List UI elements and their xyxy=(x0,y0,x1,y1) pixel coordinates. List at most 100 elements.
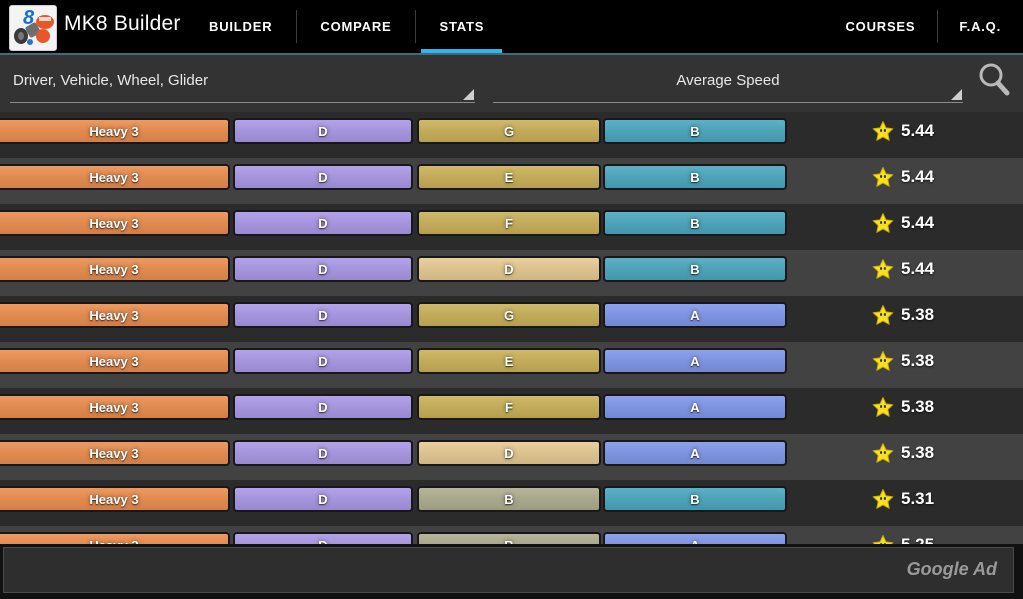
tab-courses-label: COURSES xyxy=(845,19,916,34)
cell-vehicle[interactable]: D xyxy=(233,440,413,466)
app-header: 8 MK8 Builder BUILDER COMPARE STATS COUR… xyxy=(0,0,1023,55)
cell-driver[interactable]: Heavy 3 xyxy=(0,486,230,512)
tab-faq[interactable]: F.A.Q. xyxy=(937,0,1023,53)
cell-wheel[interactable]: D xyxy=(417,440,601,466)
tab-builder[interactable]: BUILDER xyxy=(185,0,296,53)
cell-glider[interactable]: B xyxy=(603,210,787,236)
cell-driver[interactable]: Heavy 3 xyxy=(0,256,230,282)
cell-vehicle[interactable]: D xyxy=(233,348,413,374)
rating-value: 5.38 xyxy=(901,443,935,462)
star-icon xyxy=(872,305,894,325)
rating-value: 5.38 xyxy=(901,397,935,416)
cell-glider[interactable]: A xyxy=(603,302,787,328)
cell-wheel[interactable]: F xyxy=(417,394,601,420)
table-row[interactable]: Heavy 3 D F A 5.38 xyxy=(0,388,1023,434)
cell-rating: 5.38 xyxy=(872,394,934,420)
cell-wheel[interactable]: E xyxy=(417,348,601,374)
ad-label: Google Ad xyxy=(906,559,997,579)
cell-driver[interactable]: Heavy 3 xyxy=(0,118,230,144)
rating-value: 5.31 xyxy=(901,489,935,508)
search-icon[interactable] xyxy=(973,58,1015,100)
rating-value: 5.44 xyxy=(901,259,935,278)
stats-table[interactable]: Heavy 3 D G B 5.44 Heavy 3 D E B 5.44 Heavy 3 D F B 5.… xyxy=(0,112,1023,555)
cell-glider[interactable]: B xyxy=(603,164,787,190)
star-icon xyxy=(872,351,894,371)
ad-slot[interactable]: Google Ad xyxy=(3,547,1014,593)
cell-glider[interactable]: A xyxy=(603,348,787,374)
table-row[interactable]: Heavy 3 D D A 5.38 xyxy=(0,434,1023,480)
cell-wheel[interactable]: F xyxy=(417,210,601,236)
star-icon xyxy=(872,167,894,187)
cell-wheel[interactable]: D xyxy=(417,256,601,282)
rating-value: 5.44 xyxy=(901,213,935,232)
cell-glider[interactable]: B xyxy=(603,118,787,144)
cell-rating: 5.38 xyxy=(872,302,934,328)
cell-glider[interactable]: B xyxy=(603,256,787,282)
cell-driver[interactable]: Heavy 3 xyxy=(0,164,230,190)
cell-glider[interactable]: B xyxy=(603,486,787,512)
sort-dropdown[interactable]: Average Speed xyxy=(493,64,963,103)
star-icon xyxy=(872,443,894,463)
controls-bar: Driver, Vehicle, Wheel, Glider Average S… xyxy=(0,55,1023,112)
table-row[interactable]: Heavy 3 D G B 5.44 xyxy=(0,112,1023,158)
tab-courses[interactable]: COURSES xyxy=(823,0,937,53)
cell-vehicle[interactable]: D xyxy=(233,118,413,144)
tab-compare-label: COMPARE xyxy=(320,19,392,34)
cell-rating: 5.38 xyxy=(872,440,934,466)
tab-stats[interactable]: STATS xyxy=(415,0,508,53)
table-row[interactable]: Heavy 3 D E A 5.38 xyxy=(0,342,1023,388)
star-icon xyxy=(872,121,894,141)
filter-dropdown-label: Driver, Vehicle, Wheel, Glider xyxy=(13,72,209,89)
rating-value: 5.38 xyxy=(901,305,935,324)
cell-rating: 5.38 xyxy=(872,348,934,374)
star-icon xyxy=(872,397,894,417)
filter-dropdown[interactable]: Driver, Vehicle, Wheel, Glider xyxy=(10,64,475,103)
cell-rating: 5.31 xyxy=(872,486,934,512)
cell-rating: 5.44 xyxy=(872,164,934,190)
cell-glider[interactable]: A xyxy=(603,440,787,466)
tab-compare[interactable]: COMPARE xyxy=(296,0,415,53)
cell-vehicle[interactable]: D xyxy=(233,256,413,282)
cell-vehicle[interactable]: D xyxy=(233,394,413,420)
rating-value: 5.44 xyxy=(901,121,935,140)
cell-wheel[interactable]: G xyxy=(417,118,601,144)
cell-rating: 5.44 xyxy=(872,210,934,236)
cell-vehicle[interactable]: D xyxy=(233,486,413,512)
table-row[interactable]: Heavy 3 D B B 5.31 xyxy=(0,480,1023,526)
mk8-builder-app: 8 MK8 Builder BUILDER COMPARE STATS COUR… xyxy=(0,0,1023,599)
secondary-nav-tabs: COURSES F.A.Q. xyxy=(823,0,1023,53)
cell-driver[interactable]: Heavy 3 xyxy=(0,302,230,328)
chevron-down-icon xyxy=(463,89,474,100)
cell-vehicle[interactable]: D xyxy=(233,164,413,190)
tab-faq-label: F.A.Q. xyxy=(959,19,1001,34)
star-icon xyxy=(872,489,894,509)
chevron-down-icon xyxy=(951,89,962,100)
table-row[interactable]: Heavy 3 D E B 5.44 xyxy=(0,158,1023,204)
rating-value: 5.38 xyxy=(901,351,935,370)
main-nav-tabs: BUILDER COMPARE STATS xyxy=(185,0,508,53)
cell-driver[interactable]: Heavy 3 xyxy=(0,440,230,466)
table-row[interactable]: Heavy 3 D F B 5.44 xyxy=(0,204,1023,250)
tab-stats-label: STATS xyxy=(439,19,485,34)
table-row[interactable]: Heavy 3 D G A 5.38 xyxy=(0,296,1023,342)
page-title: MK8 Builder xyxy=(64,12,181,35)
cell-rating: 5.44 xyxy=(872,118,934,144)
app-logo-icon: 8 xyxy=(9,5,57,51)
cell-driver[interactable]: Heavy 3 xyxy=(0,394,230,420)
cell-glider[interactable]: A xyxy=(603,394,787,420)
ad-bar: Google Ad xyxy=(0,544,1023,599)
tab-builder-label: BUILDER xyxy=(209,19,273,34)
sort-dropdown-label: Average Speed xyxy=(676,72,780,89)
cell-vehicle[interactable]: D xyxy=(233,210,413,236)
rating-value: 5.44 xyxy=(901,167,935,186)
cell-driver[interactable]: Heavy 3 xyxy=(0,210,230,236)
cell-rating: 5.44 xyxy=(872,256,934,282)
table-row[interactable]: Heavy 3 D D B 5.44 xyxy=(0,250,1023,296)
cell-wheel[interactable]: B xyxy=(417,486,601,512)
star-icon xyxy=(872,259,894,279)
cell-wheel[interactable]: G xyxy=(417,302,601,328)
star-icon xyxy=(872,213,894,233)
cell-vehicle[interactable]: D xyxy=(233,302,413,328)
cell-wheel[interactable]: E xyxy=(417,164,601,190)
cell-driver[interactable]: Heavy 3 xyxy=(0,348,230,374)
